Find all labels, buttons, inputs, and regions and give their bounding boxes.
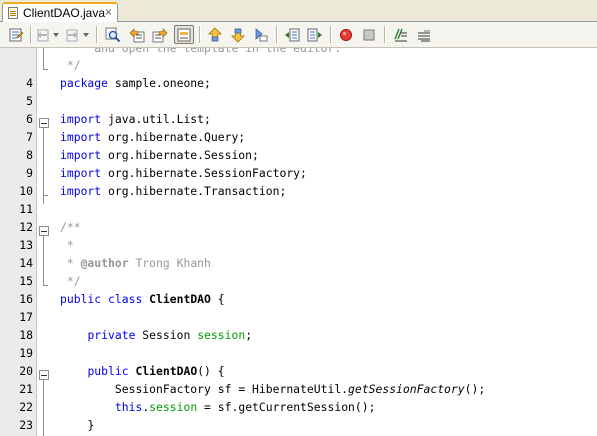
toggle-highlight-icon[interactable] — [174, 25, 194, 44]
code-line: 18 — [0, 308, 597, 342]
code-line: 19 private Session session; — [0, 326, 597, 360]
code-line: 12 — [0, 200, 597, 234]
find-next-icon[interactable] — [150, 25, 170, 44]
find-selection-icon[interactable] — [103, 25, 123, 44]
comment-icon[interactable] — [390, 25, 410, 44]
code-line: 9 import org.hibernate.Session; — [0, 146, 597, 180]
stop-macro-icon[interactable] — [359, 25, 379, 44]
code-line: 16 */ — [0, 272, 597, 306]
java-file-icon — [8, 7, 18, 19]
back-icon[interactable] — [33, 25, 53, 44]
toggle-bookmark-icon[interactable] — [251, 25, 271, 44]
code-line: 24 } — [0, 416, 597, 434]
code-line: 8 import org.hibernate.Query; — [0, 128, 597, 162]
shift-left-icon[interactable] — [282, 25, 302, 44]
editor-tab-strip: ClientDAO.java × — [0, 0, 597, 22]
code-line: 13 /** — [0, 218, 597, 252]
shift-right-icon[interactable] — [305, 25, 325, 44]
code-line: 23 this.session = sf.getCurrentSession()… — [0, 398, 597, 432]
tab-clientdao-java[interactable]: ClientDAO.java × — [2, 2, 118, 22]
code-line: 22 SessionFactory sf = HibernateUtil.get… — [0, 380, 597, 414]
code-line: 14 * — [0, 236, 597, 270]
code-line: 10 import org.hibernate.SessionFactory; — [0, 164, 597, 198]
editor-toolbar — [0, 22, 597, 48]
code-line: 7 import java.util.List; — [0, 110, 597, 144]
find-previous-icon[interactable] — [127, 25, 147, 44]
code-line: 11 import org.hibernate.Transaction; — [0, 182, 597, 216]
tab-label: ClientDAO.java — [23, 6, 106, 20]
last-edit-icon[interactable] — [6, 25, 26, 44]
previous-bookmark-icon[interactable] — [205, 25, 225, 44]
code-line: 15 * @author Trong Khanh — [0, 254, 597, 288]
next-bookmark-icon[interactable] — [228, 25, 248, 44]
forward-icon[interactable] — [62, 25, 82, 44]
close-icon[interactable]: × — [103, 7, 114, 18]
code-line: 5 package sample.oneone; — [0, 74, 597, 108]
forward-dropdown-icon[interactable] — [82, 25, 90, 44]
code-line: 6 — [0, 92, 597, 126]
start-macro-icon[interactable] — [336, 25, 356, 44]
code-line: 17 public class ClientDAO { — [0, 290, 597, 324]
code-line: 20 — [0, 344, 597, 378]
code-line: 4 */ — [0, 56, 597, 90]
code-editor[interactable]: and open the template in the editor. 4 *… — [0, 48, 597, 436]
code-line: 21 public ClientDAO() { — [0, 362, 597, 396]
back-dropdown-icon[interactable] — [52, 25, 60, 44]
uncomment-icon[interactable] — [413, 25, 433, 44]
